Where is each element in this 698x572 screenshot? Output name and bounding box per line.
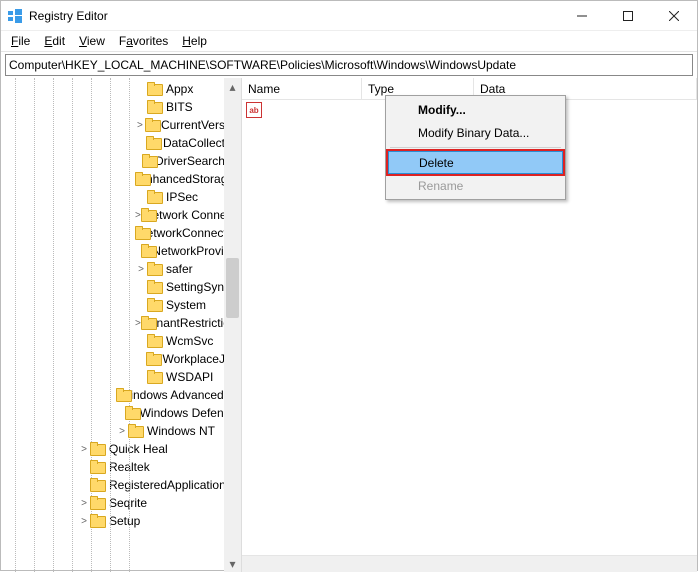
expand-icon[interactable]: > <box>78 516 90 527</box>
ctx-rename[interactable]: Rename <box>388 174 563 197</box>
window-title: Registry Editor <box>29 9 108 23</box>
expand-icon[interactable]: > <box>116 426 128 437</box>
tree-item-label: Appx <box>165 82 193 96</box>
folder-icon <box>90 442 106 456</box>
tree-item[interactable]: >Network Connections <box>1 206 241 224</box>
tree-item-label: Windows Advanced Threat Protection <box>118 388 241 402</box>
address-bar[interactable]: Computer\HKEY_LOCAL_MACHINE\SOFTWARE\Pol… <box>5 54 693 76</box>
menu-file[interactable]: File <box>5 32 36 50</box>
tree-item[interactable]: WorkplaceJoin <box>1 350 241 368</box>
tree-item[interactable]: >CurrentVersion <box>1 116 241 134</box>
tree-item[interactable]: NetworkConnectivityStatusIndicator <box>1 224 241 242</box>
folder-icon <box>147 280 163 294</box>
tree-item-label: RegisteredApplications <box>108 478 232 492</box>
expand-icon[interactable]: > <box>135 210 141 221</box>
tree-item[interactable]: > Quick Heal <box>1 440 241 458</box>
menu-edit[interactable]: Edit <box>38 32 71 50</box>
folder-icon <box>90 460 106 474</box>
tree-item-label: Quick Heal <box>108 442 168 456</box>
tree-item-label: WSDAPI <box>165 370 213 384</box>
tree-item[interactable]: > Windows NT <box>1 422 241 440</box>
folder-icon <box>128 424 144 438</box>
folder-icon <box>147 100 163 114</box>
folder-icon <box>90 478 106 492</box>
scroll-thumb[interactable] <box>226 258 239 318</box>
context-menu: Modify... Modify Binary Data... Delete R… <box>385 95 566 200</box>
ctx-modify-binary[interactable]: Modify Binary Data... <box>388 121 563 144</box>
minimize-button[interactable] <box>559 1 605 31</box>
tree-item-label: IPSec <box>165 190 198 204</box>
tree-item-label: WcmSvc <box>165 334 213 348</box>
tree-item-label: Seqrite <box>108 496 147 510</box>
folder-icon <box>90 496 106 510</box>
maximize-button[interactable] <box>605 1 651 31</box>
tree-item[interactable]: WcmSvc <box>1 332 241 350</box>
folder-icon <box>141 244 149 258</box>
tree-item-label: SettingSync <box>165 280 230 294</box>
tree-item-label: Setup <box>108 514 140 528</box>
expand-icon[interactable]: > <box>135 120 145 131</box>
folder-icon <box>147 370 163 384</box>
folder-icon <box>147 262 163 276</box>
tree-item[interactable]: > Seqrite <box>1 494 241 512</box>
tree-item[interactable]: Windows Advanced Threat Protection <box>1 386 241 404</box>
menu-favorites[interactable]: Favorites <box>113 32 174 50</box>
menu-help[interactable]: Help <box>176 32 213 50</box>
expand-icon[interactable]: > <box>135 318 141 329</box>
scroll-up-icon[interactable]: ▴ <box>224 78 241 95</box>
tree-pane: Appx BITS >CurrentVersionDataCollectionDri… <box>1 78 242 572</box>
ctx-separator <box>390 147 561 148</box>
tree-vscrollbar[interactable]: ▴ ▾ <box>224 78 241 572</box>
title-bar: Registry Editor <box>1 1 697 31</box>
folder-icon <box>145 118 158 132</box>
tree-item[interactable]: RegisteredApplications <box>1 476 241 494</box>
tree-item-label: safer <box>165 262 193 276</box>
tree-item[interactable]: > Setup <box>1 512 241 530</box>
tree-item[interactable]: BITS <box>1 98 241 116</box>
tree-item[interactable]: EnhancedStorageDevices <box>1 170 241 188</box>
tree-item-label: Windows NT <box>146 424 215 438</box>
tree-item-label: BITS <box>165 100 193 114</box>
tree-item[interactable]: Windows Defender <box>1 404 241 422</box>
folder-icon <box>147 334 163 348</box>
tree-item-label: Realtek <box>108 460 150 474</box>
ctx-delete[interactable]: Delete <box>388 151 563 174</box>
menu-bar: File Edit View Favorites Help <box>1 31 697 52</box>
folder-icon <box>146 136 160 150</box>
expand-icon[interactable]: > <box>78 444 90 455</box>
folder-icon <box>90 514 106 528</box>
folder-icon <box>147 82 163 96</box>
tree-item[interactable]: NetworkProvider <box>1 242 241 260</box>
tree-item[interactable]: >TenantRestrictions <box>1 314 241 332</box>
list-hscrollbar[interactable] <box>242 555 697 572</box>
tree-item[interactable]: DataCollection <box>1 134 241 152</box>
tree-item-label: System <box>165 298 206 312</box>
tree-item[interactable]: SettingSync <box>1 278 241 296</box>
ctx-modify[interactable]: Modify... <box>388 98 563 121</box>
app-icon <box>7 8 23 24</box>
tree-item[interactable]: Realtek <box>1 458 241 476</box>
menu-view[interactable]: View <box>73 32 111 50</box>
tree-item[interactable]: System <box>1 296 241 314</box>
tree-item[interactable]: Appx <box>1 80 241 98</box>
string-value-icon: ab <box>246 102 262 118</box>
folder-icon <box>142 154 152 168</box>
tree-item[interactable]: > safer <box>1 260 241 278</box>
col-name[interactable]: Name <box>242 78 362 99</box>
scroll-down-icon[interactable]: ▾ <box>224 555 241 572</box>
expand-icon[interactable]: > <box>78 498 90 509</box>
tree-item[interactable]: IPSec <box>1 188 241 206</box>
tree-item[interactable]: WSDAPI <box>1 368 241 386</box>
main-split: Appx BITS >CurrentVersionDataCollectionDri… <box>1 78 697 572</box>
close-button[interactable] <box>651 1 697 31</box>
folder-icon <box>146 352 160 366</box>
folder-icon <box>147 190 163 204</box>
folder-icon <box>147 298 163 312</box>
folder-icon <box>125 406 137 420</box>
expand-icon[interactable]: > <box>135 264 147 275</box>
registry-tree[interactable]: Appx BITS >CurrentVersionDataCollectionDri… <box>1 78 241 532</box>
tree-item[interactable]: DriverSearching <box>1 152 241 170</box>
